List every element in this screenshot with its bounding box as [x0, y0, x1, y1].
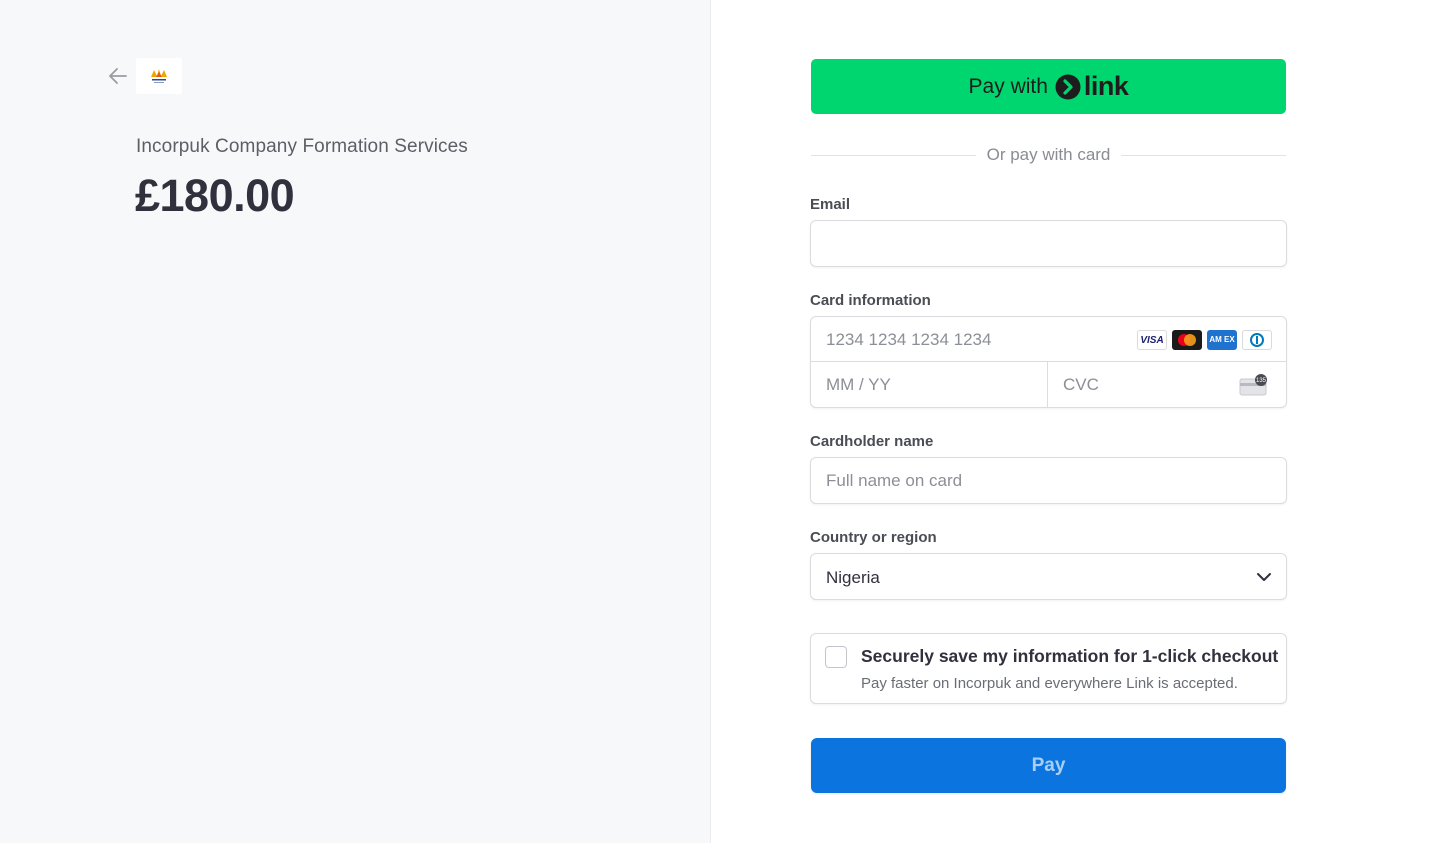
save-info-title: Securely save my information for 1-click… — [861, 646, 1279, 666]
pay-button[interactable]: Pay — [811, 738, 1286, 793]
pay-button-label: Pay — [1031, 754, 1066, 776]
arrow-left-icon — [109, 68, 127, 84]
save-info-subtitle: Pay faster on Incorpuk and everywhere Li… — [861, 675, 1238, 692]
pay-with-link-button[interactable]: Pay with link — [811, 59, 1286, 114]
svg-text:135: 135 — [1256, 378, 1267, 384]
chevron-down-icon — [1257, 573, 1271, 581]
diners-club-icon — [1242, 330, 1272, 350]
visa-icon: VISA — [1137, 330, 1167, 350]
checkout-page: Incorpuk Company Formation Services £180… — [0, 0, 1442, 843]
cvc-card-icon: 135 — [1239, 374, 1267, 396]
divider-line-right — [1121, 154, 1287, 156]
cvc-cell: 135 — [1047, 362, 1286, 407]
merchant-name: Incorpuk Company Formation Services — [136, 136, 468, 157]
email-field-wrapper — [810, 220, 1287, 267]
link-chevron-icon — [1055, 74, 1081, 99]
country-select[interactable]: Nigeria — [810, 553, 1287, 600]
cardholder-field-wrapper — [810, 457, 1287, 504]
save-info-box: Securely save my information for 1-click… — [810, 633, 1287, 704]
divider-text: Or pay with card — [986, 145, 1111, 164]
total-amount: £180.00 — [135, 170, 295, 221]
mastercard-icon — [1172, 330, 1202, 350]
country-label: Country or region — [810, 529, 937, 546]
pay-with-label: Pay with — [968, 74, 1048, 98]
link-brand-text: link — [1083, 71, 1129, 101]
amex-icon: AM EX — [1207, 330, 1237, 350]
expiry-input[interactable] — [811, 362, 1047, 407]
cardholder-name-input[interactable] — [811, 458, 1286, 503]
card-information-label: Card information — [810, 292, 931, 309]
merchant-logo-icon — [151, 69, 167, 83]
cvc-input[interactable] — [1048, 362, 1228, 407]
card-expiry-cvc-row: 135 — [811, 362, 1286, 407]
card-brand-icons: VISA AM EX — [1137, 330, 1272, 350]
card-information-group: VISA AM EX — [810, 316, 1287, 408]
cardholder-name-label: Cardholder name — [810, 433, 934, 450]
country-selected-value: Nigeria — [826, 568, 880, 587]
order-summary-panel: Incorpuk Company Formation Services £180… — [0, 0, 711, 843]
or-divider: Or pay with card — [811, 143, 1287, 167]
save-info-checkbox[interactable] — [825, 646, 847, 668]
merchant-logo — [136, 58, 182, 94]
email-label: Email — [810, 196, 851, 213]
divider-line-left — [811, 154, 976, 156]
card-number-input[interactable] — [811, 317, 1131, 362]
back-button[interactable] — [106, 64, 130, 88]
email-field[interactable] — [811, 221, 1286, 266]
link-logo: link — [1055, 71, 1129, 102]
card-number-row: VISA AM EX — [811, 317, 1286, 362]
